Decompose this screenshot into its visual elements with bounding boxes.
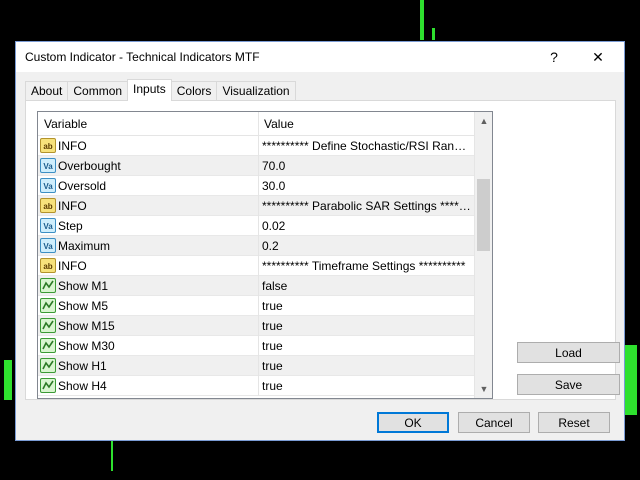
help-icon: ?	[550, 49, 558, 65]
inputs-list: Variable Value ab INFO ********** Define S…	[37, 111, 493, 399]
value-cell[interactable]: ********** Define Stochastic/RSI Range *…	[258, 136, 472, 156]
variable-cell: INFO	[58, 199, 87, 213]
boolean-type-icon	[40, 278, 56, 293]
numeric-type-icon: Va	[40, 158, 56, 173]
load-button[interactable]: Load	[517, 342, 620, 363]
value-cell[interactable]: 0.02	[258, 216, 472, 236]
value-cell[interactable]: true	[258, 376, 472, 396]
desktop-background: Custom Indicator - Technical Indicators …	[0, 0, 640, 480]
numeric-type-icon: Va	[40, 238, 56, 253]
close-button[interactable]: ✕	[576, 42, 620, 72]
boolean-type-icon	[40, 298, 56, 313]
value-cell[interactable]: true	[258, 316, 472, 336]
value-cell[interactable]: 0.2	[258, 236, 472, 256]
value-cell[interactable]: true	[258, 356, 472, 376]
variable-cell: Overbought	[58, 159, 121, 173]
close-icon: ✕	[592, 48, 604, 65]
variable-cell: INFO	[58, 139, 87, 153]
numeric-type-icon: Va	[40, 218, 56, 233]
variable-cell: Show M30	[58, 339, 115, 353]
value-cell[interactable]: false	[258, 276, 472, 296]
table-row[interactable]: ab INFO ********** Timeframe Settings ****…	[38, 256, 474, 276]
cancel-button[interactable]: Cancel	[458, 412, 530, 433]
list-header: Variable Value	[38, 112, 474, 136]
chart-line-bottom	[111, 441, 113, 471]
boolean-type-icon	[40, 338, 56, 353]
tab-inputs[interactable]: Inputs	[127, 79, 172, 101]
value-cell[interactable]: ********** Timeframe Settings **********	[258, 256, 472, 276]
numeric-type-icon: Va	[40, 178, 56, 193]
variable-cell: Show H1	[58, 359, 107, 373]
table-row[interactable]: Va Maximum 0.2	[38, 236, 474, 256]
scroll-down-icon[interactable]: ▼	[475, 380, 492, 398]
table-row[interactable]: Show M30 true	[38, 336, 474, 356]
value-cell[interactable]: ********** Parabolic SAR Settings ******…	[258, 196, 472, 216]
scroll-up-icon[interactable]: ▲	[475, 112, 492, 130]
boolean-type-icon	[40, 318, 56, 333]
tab-about[interactable]: About	[25, 81, 69, 101]
table-row[interactable]: Va Oversold 30.0	[38, 176, 474, 196]
table-row[interactable]: Va Overbought 70.0	[38, 156, 474, 176]
value-cell[interactable]: 70.0	[258, 156, 472, 176]
chart-line-left	[4, 360, 12, 400]
tab-common[interactable]: Common	[67, 81, 129, 101]
save-button[interactable]: Save	[517, 374, 620, 395]
variable-cell: Show M5	[58, 299, 109, 313]
table-row[interactable]: Show M1 false	[38, 276, 474, 296]
title-bar: Custom Indicator - Technical Indicators …	[16, 42, 624, 72]
chart-line-top-tick	[432, 28, 435, 40]
tab-colors[interactable]: Colors	[170, 81, 218, 101]
value-cell[interactable]: true	[258, 336, 472, 356]
boolean-type-icon	[40, 358, 56, 373]
reset-button[interactable]: Reset	[538, 412, 610, 433]
window-title: Custom Indicator - Technical Indicators …	[25, 50, 260, 64]
variable-cell: Maximum	[58, 239, 111, 253]
boolean-type-icon	[40, 378, 56, 393]
variable-cell: Show M15	[58, 319, 115, 333]
table-row[interactable]: Show H4 true	[38, 376, 474, 396]
chart-line-right	[625, 345, 637, 415]
string-type-icon: ab	[40, 258, 56, 273]
value-cell[interactable]: 30.0	[258, 176, 472, 196]
variable-cell: INFO	[58, 259, 87, 273]
chart-line-top	[420, 0, 424, 40]
tab-bar: About Common Inputs Colors Visualization	[25, 79, 296, 101]
value-cell[interactable]: true	[258, 296, 472, 316]
column-header-value[interactable]: Value	[258, 112, 474, 136]
variable-cell: Show M1	[58, 279, 109, 293]
scrollbar-thumb[interactable]	[477, 179, 490, 251]
variable-cell: Oversold	[58, 179, 107, 193]
help-button[interactable]: ?	[532, 42, 576, 72]
variable-cell: Show H4	[58, 379, 107, 393]
column-header-variable[interactable]: Variable	[38, 112, 258, 136]
vertical-scrollbar[interactable]: ▲ ▼	[474, 112, 492, 398]
ok-button[interactable]: OK	[377, 412, 449, 433]
table-row[interactable]: ab INFO ********** Define Stochastic/RSI R…	[38, 136, 474, 156]
list-rows: ab INFO ********** Define Stochastic/RSI R…	[38, 136, 474, 396]
table-row[interactable]: Show H1 true	[38, 356, 474, 376]
variable-cell: Step	[58, 219, 83, 233]
string-type-icon: ab	[40, 138, 56, 153]
custom-indicator-dialog: Custom Indicator - Technical Indicators …	[15, 41, 625, 441]
table-row[interactable]: ab INFO ********** Parabolic SAR Settings …	[38, 196, 474, 216]
tab-visualization[interactable]: Visualization	[216, 81, 296, 101]
string-type-icon: ab	[40, 198, 56, 213]
table-row[interactable]: Va Step 0.02	[38, 216, 474, 236]
table-row[interactable]: Show M15 true	[38, 316, 474, 336]
table-row[interactable]: Show M5 true	[38, 296, 474, 316]
inputs-panel: Variable Value ab INFO ********** Define S…	[25, 100, 620, 400]
